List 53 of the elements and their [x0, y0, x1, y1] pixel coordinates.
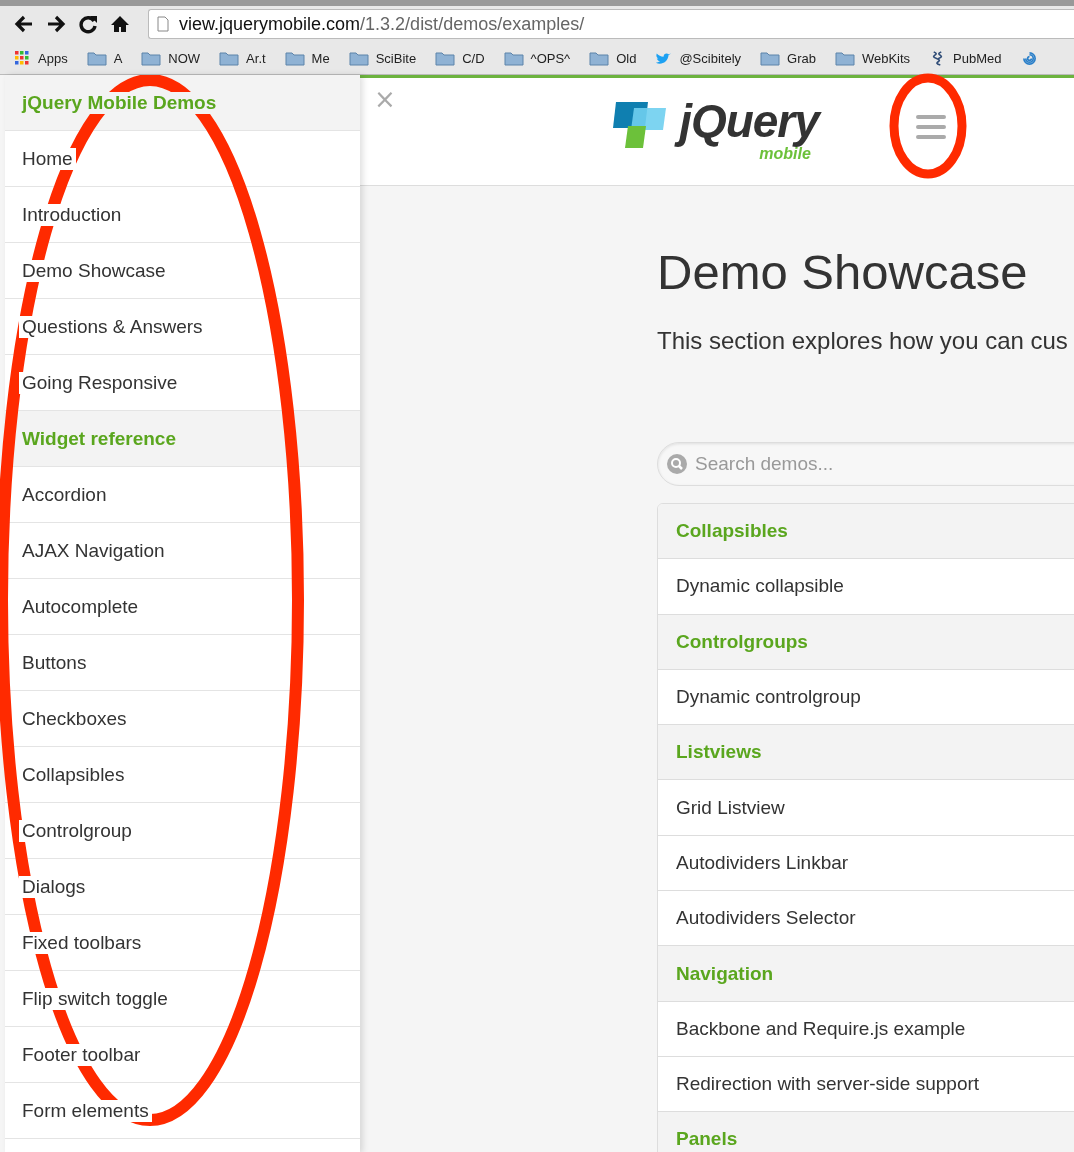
folder-icon	[348, 50, 369, 66]
search-field[interactable]: Search demos...	[657, 442, 1074, 486]
panel-title: jQuery Mobile Demos	[5, 75, 360, 131]
bookmark[interactable]: Grab	[760, 50, 816, 66]
menu-item[interactable]: Autocomplete	[5, 579, 360, 635]
reload-icon[interactable]	[78, 14, 98, 34]
menu-item[interactable]: Controlgroup	[5, 803, 360, 859]
menu-item[interactable]: Introduction	[5, 187, 360, 243]
bookmark[interactable]: @Scibitely	[655, 50, 742, 66]
menu-item[interactable]: Going Responsive	[5, 355, 360, 411]
menu-item[interactable]: Collapsibles	[5, 747, 360, 803]
page-title: Demo Showcase	[657, 248, 1029, 297]
folder-icon	[503, 50, 524, 66]
bookmark[interactable]: Ar.t	[219, 50, 266, 66]
folder-icon	[284, 50, 305, 66]
page-icon	[157, 16, 169, 32]
bookmark[interactable]: Me	[284, 50, 330, 66]
menu-item[interactable]: Flip switch toggle	[5, 971, 360, 1027]
search-icon	[667, 454, 687, 474]
bookmark[interactable]: Old	[589, 50, 637, 66]
bookmark[interactable]: A	[86, 50, 123, 66]
intro-text: This section explores how you can cus	[657, 327, 1069, 355]
menu-item[interactable]: Fixed toolbars	[5, 915, 360, 971]
grid-icon	[14, 50, 31, 66]
home-icon[interactable]	[110, 14, 130, 34]
menu-item[interactable]: Demo Showcase	[5, 243, 360, 299]
folder-icon	[219, 50, 240, 66]
list-item[interactable]: Grid Listview	[658, 780, 1074, 836]
folder-icon	[86, 50, 107, 66]
bookmark[interactable]: NOW	[141, 50, 201, 66]
bookmark[interactable]: Apps	[14, 50, 68, 66]
bookmark[interactable]: SciBite	[348, 50, 417, 66]
menu-item[interactable]: AJAX Navigation	[5, 523, 360, 579]
bookmark[interactable]: WebKits	[834, 50, 911, 66]
menu-item[interactable]: Footer toolbar	[5, 1027, 360, 1083]
folder-icon	[435, 50, 456, 66]
menu-item[interactable]: Form elements	[5, 1083, 360, 1139]
folder-icon	[141, 50, 162, 66]
address-bar[interactable]: view.jquerymobile.com/1.3.2/dist/demos/examples/	[148, 9, 1074, 39]
bookmark[interactable]: PubMed	[929, 50, 1002, 66]
menu-item[interactable]: Dialogs	[5, 859, 360, 915]
list-item[interactable]: Backbone and Require.js example	[658, 1001, 1074, 1057]
forward-icon[interactable]	[46, 14, 66, 34]
folder-icon	[760, 50, 781, 66]
menu-item[interactable]: Questions & Answers	[5, 299, 360, 355]
bookmark[interactable]: C/D	[435, 50, 485, 66]
list-item[interactable]: Dynamic collapsible	[658, 559, 1074, 615]
folder-icon	[834, 50, 855, 66]
bookmark[interactable]: ^OPS^	[503, 50, 571, 66]
menu-item[interactable]: Home	[5, 131, 360, 187]
folder-icon	[589, 50, 610, 66]
back-icon[interactable]	[14, 14, 34, 34]
list-item[interactable]: Autodividers Linkbar	[658, 835, 1074, 892]
